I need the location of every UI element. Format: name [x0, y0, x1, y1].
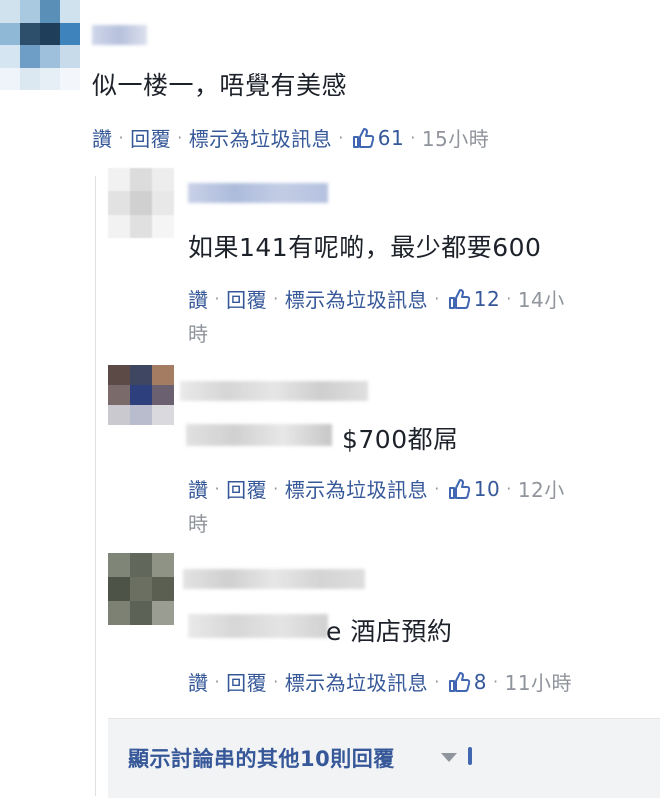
mark-spam-link[interactable]: 標示為垃圾訊息	[285, 474, 429, 503]
comment-text: e 酒店預約	[326, 617, 453, 646]
separator: ·	[273, 672, 279, 691]
separator: ·	[493, 672, 499, 691]
more-replies-link[interactable]: 顯示討論串的其他10則回覆	[128, 743, 395, 773]
separator: ·	[338, 128, 344, 147]
separator: ·	[177, 128, 183, 147]
like-link[interactable]: 讚	[188, 284, 209, 313]
reply-link[interactable]: 回覆	[226, 667, 267, 696]
separator: ·	[118, 128, 125, 147]
comment-actions: 讚 · 回覆 · 標示為垃圾訊息 · 61 · 15小時	[92, 123, 489, 152]
like-link[interactable]: 讚	[188, 474, 209, 503]
avatar[interactable]	[0, 0, 80, 90]
separator: ·	[273, 479, 279, 498]
mark-spam-link[interactable]: 標示為垃圾訊息	[285, 284, 429, 313]
thumbs-up-icon[interactable]	[448, 671, 471, 693]
caret-down-icon[interactable]	[441, 753, 457, 762]
like-link[interactable]: 讚	[188, 667, 209, 696]
like-count[interactable]: 10	[474, 477, 500, 501]
separator: ·	[273, 289, 279, 308]
timestamp-wrap: 時	[188, 322, 208, 346]
timestamp[interactable]: 14小	[518, 284, 565, 313]
separator: ·	[214, 289, 221, 308]
separator: ·	[434, 289, 440, 308]
timestamp[interactable]: 11小時	[505, 667, 572, 696]
commenter-name[interactable]	[186, 424, 332, 446]
mark-spam-link[interactable]: 標示為垃圾訊息	[285, 667, 429, 696]
reply-link[interactable]: 回覆	[130, 123, 171, 152]
like-link[interactable]: 讚	[92, 123, 113, 152]
comment-actions: 讚 · 回覆 · 標示為垃圾訊息 · 10 · 12小	[188, 474, 565, 503]
avatar[interactable]	[108, 365, 174, 425]
commenter-name[interactable]	[92, 25, 147, 45]
thumbs-up-icon[interactable]	[448, 478, 471, 500]
timestamp[interactable]: 15小時	[422, 123, 489, 152]
thumbs-up-icon[interactable]	[352, 127, 375, 149]
commenter-name[interactable]	[183, 569, 365, 589]
commenter-name[interactable]	[180, 381, 368, 401]
like-count[interactable]: 12	[474, 287, 500, 311]
separator: ·	[434, 479, 440, 498]
reply-link[interactable]: 回覆	[226, 284, 267, 313]
timestamp[interactable]: 12小	[518, 474, 565, 503]
avatar[interactable]	[108, 553, 174, 625]
comment-actions: 讚 · 回覆 · 標示為垃圾訊息 · 12 · 14小	[188, 284, 565, 313]
timestamp-wrap: 時	[188, 512, 208, 536]
comment-text: 如果141有呢啲，最少都要600	[188, 233, 542, 262]
commenter-name[interactable]	[188, 614, 328, 638]
like-count[interactable]: 8	[474, 670, 487, 694]
loading-icon	[468, 747, 472, 765]
mark-spam-link[interactable]: 標示為垃圾訊息	[189, 123, 333, 152]
thread-line	[95, 176, 96, 796]
commenter-name[interactable]	[188, 183, 328, 203]
reply-link[interactable]: 回覆	[226, 474, 267, 503]
thumbs-up-icon[interactable]	[448, 288, 471, 310]
separator: ·	[214, 479, 221, 498]
separator: ·	[506, 479, 512, 498]
separator: ·	[506, 289, 512, 308]
avatar[interactable]	[108, 168, 174, 238]
comment-actions: 讚 · 回覆 · 標示為垃圾訊息 · 8 · 11小時	[188, 667, 572, 696]
more-replies-panel[interactable]: 顯示討論串的其他10則回覆	[108, 718, 660, 798]
separator: ·	[214, 672, 221, 691]
comment-text: 似一楼一，唔覺有美感	[92, 71, 348, 100]
separator: ·	[434, 672, 440, 691]
separator: ·	[410, 128, 416, 147]
comment-text: $700都屌	[342, 425, 459, 454]
like-count[interactable]: 61	[378, 126, 404, 150]
